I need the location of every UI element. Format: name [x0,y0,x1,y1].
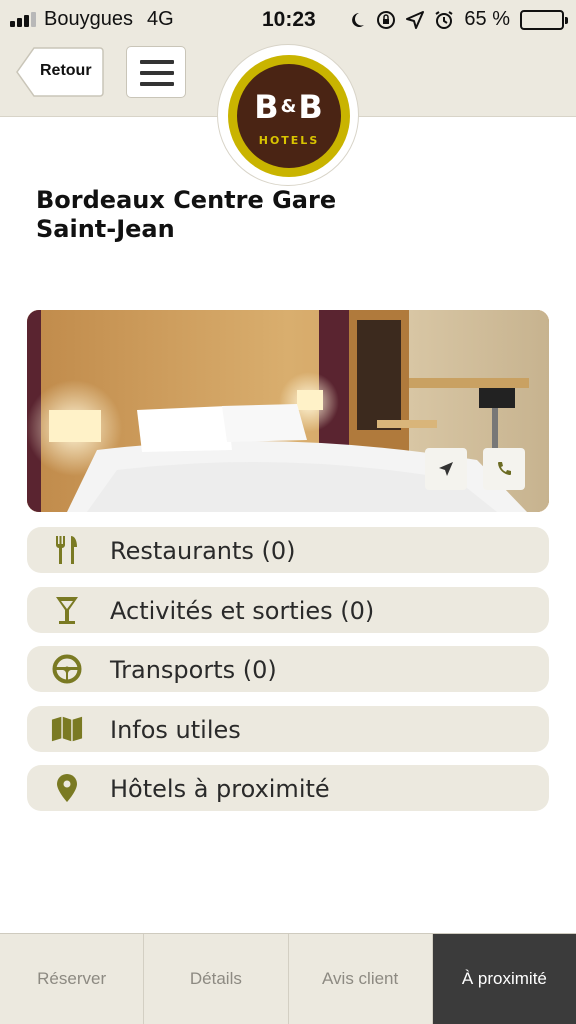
status-bar: Bouygues 4G 10:23 65 % [0,0,576,40]
menu-item-label: Hôtels à proximité [110,775,330,803]
hotel-name: Bordeaux Centre Gare Saint-Jean [36,186,356,244]
alarm-icon [435,10,453,29]
network-type: 4G [146,8,174,30]
map-pin-icon [51,772,83,804]
cocktail-glass-icon [51,594,83,626]
steering-wheel-icon [51,653,83,685]
logo-subtext: HOTELS [258,134,320,147]
moon-icon [352,12,365,27]
menu-item-label: Transports (0) [110,656,277,684]
navigation-arrow-icon [439,462,453,476]
hamburger-icon [140,60,174,64]
call-button[interactable] [483,448,525,490]
back-button[interactable]: Retour [16,47,104,97]
menu-item-nearby-hotels[interactable]: Hôtels à proximité [27,765,549,811]
menu-item-label: Activités et sorties (0) [110,596,375,625]
clock: 10:23 [262,8,316,31]
map-icon [51,713,83,745]
logo-text: B&B [254,88,324,126]
rotation-lock-icon [377,10,396,29]
location-icon [406,10,425,29]
navigate-button[interactable] [425,448,467,490]
phone-icon [498,462,511,475]
hamburger-menu-button[interactable] [126,46,186,98]
nearby-categories-list: Restaurants (0) Activités et sorties (0)… [27,527,549,825]
tab-a-proximite[interactable]: À proximité [432,934,576,1024]
back-label: Retour [40,62,92,79]
tab-avis-client[interactable]: Avis client [289,934,433,1024]
signal-icon [10,12,36,27]
fork-knife-icon [51,534,83,566]
bottom-tab-bar: Réserver Détails Avis client À proximité [0,933,576,1024]
battery-percent: 65 % [464,8,510,30]
hotel-name-line1: Bordeaux Centre Gare [36,186,337,214]
menu-item-activities[interactable]: Activités et sorties (0) [27,586,549,633]
tab-details[interactable]: Détails [144,934,289,1024]
carrier-name: Bouygues [44,8,133,30]
hotel-room-photo [27,310,549,512]
menu-item-transports[interactable]: Transports (0) [27,646,549,692]
hotel-name-line2: Saint-Jean [36,215,175,243]
menu-item-label: Restaurants (0) [110,537,296,565]
menu-item-label: Infos utiles [110,715,241,744]
brand-logo: B&B HOTELS [217,44,359,186]
menu-item-infos-utiles[interactable]: Infos utiles [27,705,549,752]
tab-reserver[interactable]: Réserver [0,934,145,1024]
menu-item-restaurants[interactable]: Restaurants (0) [27,527,549,573]
battery-icon [520,9,568,30]
